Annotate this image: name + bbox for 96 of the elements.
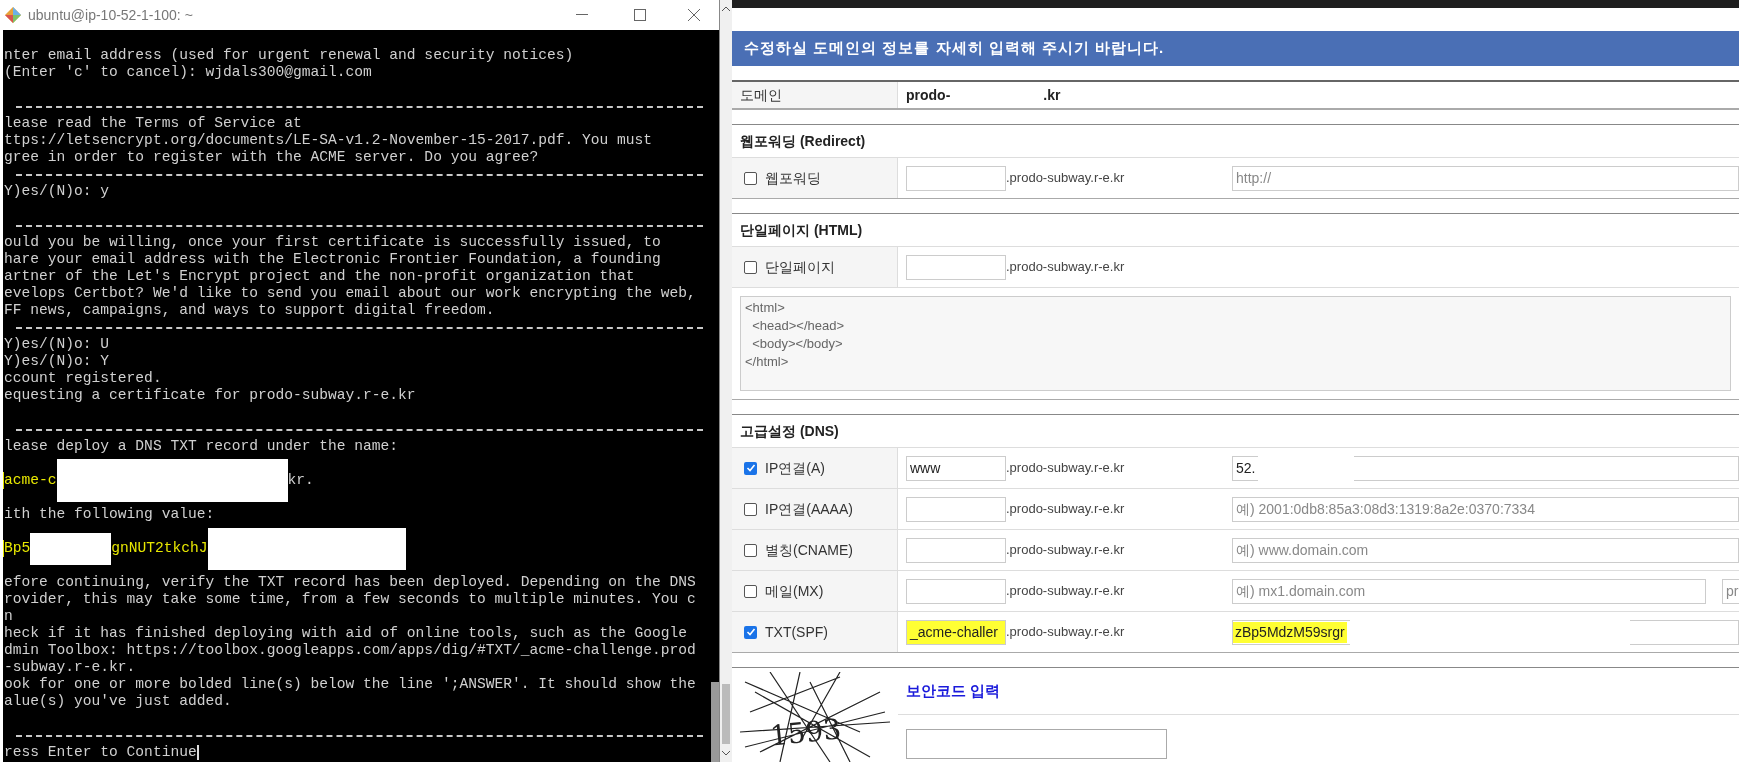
terminal-text: gnNUT2tkchJ [111, 540, 208, 557]
terminal-line: Y)es/(N)o: y [4, 183, 110, 200]
terminal-line: evelops Certbot? We'd like to send you email about our work encrypting the web, [4, 285, 696, 302]
terminal-line: ould you be willing, once your first certificate is successfully issued, to [4, 234, 661, 251]
terminal-text: Bp5 [4, 540, 31, 557]
host-field[interactable] [906, 165, 1006, 191]
domain-value: prodo- [906, 85, 951, 105]
row-label: 단일페이지 [765, 257, 835, 277]
domain-suffix: .prodo-subway.r-e.kr [1006, 258, 1126, 277]
domain-suffix: .prodo-subway.r-e.kr [1006, 169, 1126, 188]
terminal-line: artner of the Let's Encrypt project and the non-profit organization that [4, 268, 635, 285]
checkmark-icon [745, 627, 756, 637]
checkbox[interactable] [744, 502, 757, 516]
maximize-icon [634, 9, 646, 21]
html-textarea[interactable]: <html> <head></head> <body></body> </html> [740, 296, 1731, 391]
scrollbar-thumb[interactable] [711, 682, 719, 762]
terminal-line: gree in order to register with the ACME server. Do you agree? [4, 149, 539, 166]
checkbox[interactable] [744, 461, 757, 475]
terminal-line: ook for one or more bolded line(s) below the line ';ANSWER'. It should show the [4, 676, 696, 693]
host-field[interactable] [906, 496, 1006, 522]
checkbox[interactable] [744, 625, 757, 639]
value-field[interactable]: 예) 2001:0db8:85a3:08d3:1319:8a2e:0370:7334 [1232, 496, 1739, 522]
row-label: TXT(SPF) [765, 622, 828, 642]
row-label: 별칭(CNAME) [765, 540, 853, 560]
terminal-text: acme-c [4, 472, 57, 489]
captcha-title: 보안코드 입력 [906, 680, 1001, 701]
captcha-code: 1593 [768, 711, 844, 755]
terminal-line: n [4, 608, 13, 625]
host-field[interactable] [906, 578, 1006, 604]
terminal-line: FF news, campaigns, and ways to support digital freedom. [4, 302, 495, 319]
checkmark-icon [745, 463, 756, 473]
terminal-line: ttps://letsencrypt.org/documents/LE-SA-v1.2-November-15-2017.pdf. You must [4, 132, 653, 149]
domain-suffix: .prodo-subway.r-e.kr [1006, 459, 1126, 478]
section-title: 고급설정 (DNS) [739, 421, 840, 441]
terminal-line: -subway.r-e.kr. [4, 659, 136, 676]
terminal-line: ccount registered. [4, 370, 162, 387]
section-title: 웹포워딩 (Redirect) [739, 131, 867, 151]
scroll-up-icon [722, 6, 730, 12]
terminal-line: alue(s) you've just added. [4, 693, 232, 710]
terminal-line: hare your email address with the Electronic Frontier Foundation, a founding [4, 251, 661, 268]
value-text: 52. [1236, 458, 1256, 478]
host-field[interactable]: _acme-challer [906, 619, 1006, 645]
captcha-field[interactable] [906, 729, 1167, 759]
host-value: _acme-challer [910, 622, 998, 642]
domain-value: .kr [1043, 85, 1061, 105]
value-placeholder: 예) 2001:0db8:85a3:08d3:1319:8a2e:0370:7334 [1236, 499, 1535, 519]
scroll-down-icon [722, 750, 730, 756]
domain-suffix: .prodo-subway.r-e.kr [1006, 582, 1126, 601]
section-title: 단일페이지 (HTML) [739, 220, 864, 240]
domain-suffix: .prodo-subway.r-e.kr [1006, 623, 1126, 642]
host-field[interactable]: www [906, 455, 1006, 481]
value-field[interactable]: 예) www.domain.com [1232, 537, 1739, 563]
page-banner: 수정하실 도메인의 정보를 자세히 입력해 주시기 바랍니다. [732, 31, 1739, 66]
scrollbar-thumb[interactable] [722, 684, 730, 744]
row-label: 메일(MX) [765, 581, 824, 601]
checkbox[interactable] [744, 171, 757, 185]
value-text: zBp5MdzM59srgr [1233, 621, 1347, 643]
value-field[interactable]: zBp5MdzM59srgr [1232, 619, 1739, 645]
window-title: ubuntu@ip-10-52-1-100: ~ [28, 5, 193, 25]
priority-field[interactable]: pr [1722, 578, 1739, 604]
value-field[interactable]: 예) mx1.domain.com [1232, 578, 1706, 604]
terminal-text: kr. [287, 472, 314, 489]
domain-suffix: .prodo-subway.r-e.kr [1006, 541, 1126, 560]
checkbox[interactable] [744, 543, 757, 557]
terminal-line: Y)es/(N)o: Y [4, 353, 110, 370]
checkbox[interactable] [744, 260, 757, 274]
row-label: IP연결(A) [765, 458, 825, 478]
terminal-line: nter email address (used for urgent renewal and security notices) [4, 47, 574, 64]
value-placeholder: 예) mx1.domain.com [1236, 581, 1366, 601]
app-diamond-icon [4, 6, 22, 24]
close-icon [688, 9, 700, 21]
value-placeholder: http:// [1236, 168, 1272, 188]
host-value: www [910, 458, 941, 478]
terminal-line: lease deploy a DNS TXT record under the name: [4, 438, 399, 455]
terminal-line: Y)es/(N)o: U [4, 336, 110, 353]
terminal-line: (Enter 'c' to cancel): wjdals300@gmail.com [4, 64, 372, 81]
row-label: 웹포워딩 [765, 168, 821, 188]
terminal-line: dmin Toolbox: https://toolbox.googleapps.com/apps/dig/#TXT/_acme-challenge.prod [4, 642, 696, 659]
terminal-line: equesting a certificate for prodo-subway.r-e.kr [4, 387, 416, 404]
terminal-line: heck if it has finished deploying with aid of online tools, such as the Google [4, 625, 688, 642]
host-field[interactable] [906, 254, 1006, 280]
value-field[interactable]: http:// [1232, 165, 1739, 191]
value-placeholder: 예) www.domain.com [1236, 540, 1369, 560]
terminal-line: lease read the Terms of Service at [4, 115, 302, 132]
value-field[interactable]: 52. [1232, 455, 1739, 481]
row-label: IP연결(AAAA) [765, 499, 853, 519]
terminal-line: ith the following value: [4, 506, 215, 523]
terminal-line: rovider, this may take some time, from a few seconds to multiple minutes. You c [4, 591, 696, 608]
minimize-icon [576, 14, 588, 16]
label-cell: 도메인 [732, 82, 898, 108]
domain-suffix: .prodo-subway.r-e.kr [1006, 500, 1126, 519]
checkbox[interactable] [744, 584, 757, 598]
terminal-line: ress Enter to Continue [4, 744, 197, 761]
terminal-line: efore continuing, verify the TXT record has been deployed. Depending on the DNS [4, 574, 696, 591]
host-field[interactable] [906, 537, 1006, 563]
priority-placeholder: pr [1726, 581, 1739, 601]
